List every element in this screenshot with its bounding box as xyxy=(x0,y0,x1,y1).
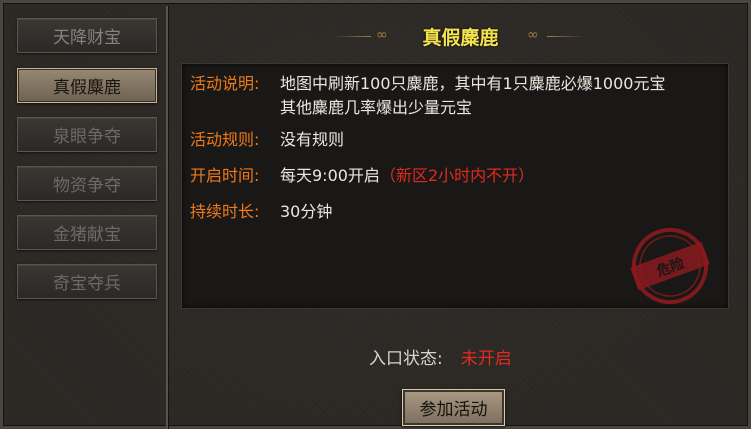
rules-value: 没有规则 xyxy=(280,130,345,149)
sidebar-item-label: 真假麋鹿 xyxy=(53,78,121,98)
sidebar-item-label: 金猪献宝 xyxy=(53,225,121,245)
description-line1: 地图中刷新100只麋鹿，其中有1只麋鹿必爆1000元宝 xyxy=(280,74,666,93)
sidebar-item-label: 物资争夺 xyxy=(53,176,121,196)
entry-status-value: 未开启 xyxy=(460,349,512,369)
sidebar-item-qibao-duobing[interactable]: 奇宝夺兵 xyxy=(17,264,157,299)
sidebar-item-label: 奇宝夺兵 xyxy=(53,274,121,294)
description-label: 活动说明: xyxy=(190,74,260,93)
sidebar-item-wuzi-zhengduo[interactable]: 物资争夺 xyxy=(17,166,157,201)
description-row: 活动说明: 地图中刷新100只麋鹿，其中有1只麋鹿必爆1000元宝 xyxy=(190,72,665,96)
sidebar-item-jinzhu-xianbao[interactable]: 金猪献宝 xyxy=(17,215,157,250)
open-time-note: （新区2小时内不开） xyxy=(379,166,535,185)
activity-details-panel: 活动说明: 地图中刷新100只麋鹿，其中有1只麋鹿必爆1000元宝 其他麋鹿几率爆… xyxy=(181,63,729,309)
rules-label: 活动规则: xyxy=(190,130,260,149)
sidebar-item-quanyan-zhengduo[interactable]: 泉眼争夺 xyxy=(17,117,157,152)
join-activity-button[interactable]: 参加活动 xyxy=(402,389,505,426)
rules-row: 活动规则: 没有规则 xyxy=(190,128,344,152)
description-line2: 其他麋鹿几率爆出少量元宝 xyxy=(280,98,473,117)
duration-label: 持续时长: xyxy=(190,202,260,221)
danger-stamp-icon: 危险 xyxy=(630,228,710,304)
duration-value: 30分钟 xyxy=(280,202,333,221)
sidebar-item-label: 天降财宝 xyxy=(53,28,121,48)
open-time-label: 开启时间: xyxy=(190,166,260,185)
ornament-right-icon: ∞ xyxy=(527,27,539,43)
sidebar-item-label: 泉眼争夺 xyxy=(53,127,121,147)
title-divider-right xyxy=(547,36,585,37)
open-time-value: 每天9:00开启 xyxy=(280,166,380,185)
activity-window: 天降财宝 真假麋鹿 泉眼争夺 物资争夺 金猪献宝 奇宝夺兵 ∞ 真假麋鹿 ∞ 活… xyxy=(0,0,751,429)
page-title-bar: ∞ 真假麋鹿 ∞ xyxy=(333,21,588,51)
sidebar-item-zhenjia-milu[interactable]: 真假麋鹿 xyxy=(17,68,157,103)
entry-status-label: 入口状态: xyxy=(369,349,443,369)
duration-row: 持续时长: 30分钟 xyxy=(190,200,332,224)
activity-sidebar: 天降财宝 真假麋鹿 泉眼争夺 物资争夺 金猪献宝 奇宝夺兵 xyxy=(6,6,168,429)
sidebar-item-tianjiang-caibao[interactable]: 天降财宝 xyxy=(17,18,157,53)
open-time-row: 开启时间: 每天9:00开启（新区2小时内不开） xyxy=(190,164,534,188)
entry-status: 入口状态: 未开启 xyxy=(369,344,512,369)
join-activity-label: 参加活动 xyxy=(419,400,488,420)
